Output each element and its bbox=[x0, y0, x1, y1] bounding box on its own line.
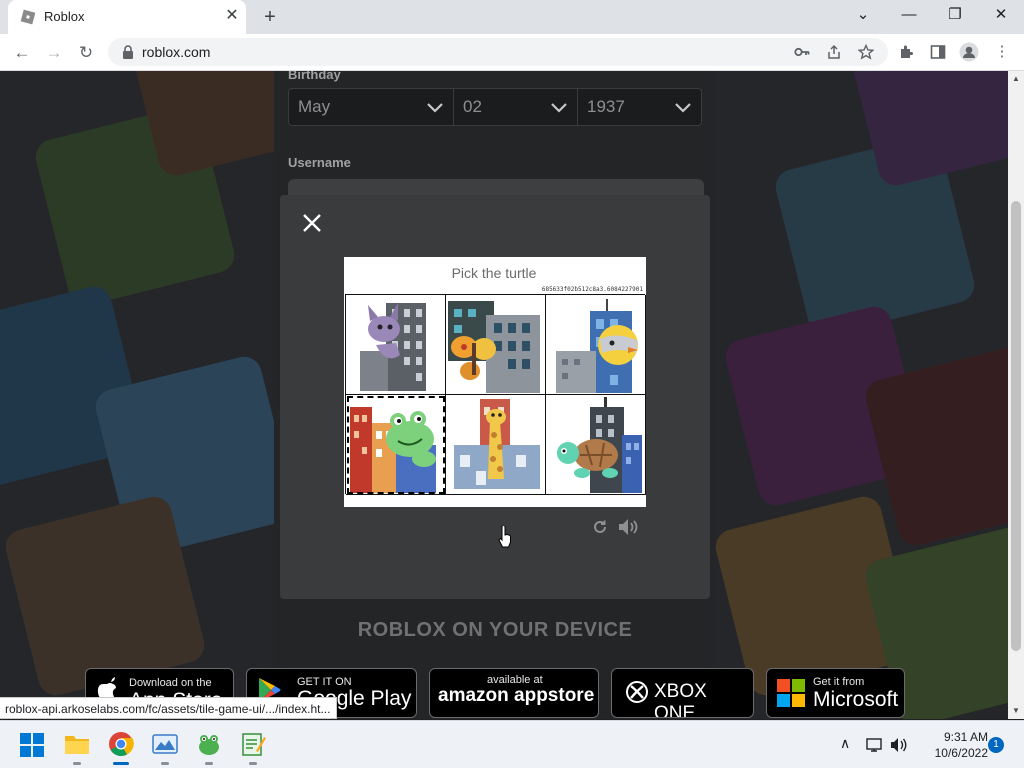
captcha-tile-chick[interactable] bbox=[546, 295, 646, 395]
birth-day-select[interactable]: 02 bbox=[453, 88, 578, 126]
clock-time: 9:31 AM bbox=[943, 730, 988, 744]
roblox-signup-page: Birthday May 02 1937 Username Pick the t… bbox=[0, 71, 1008, 719]
microsoft-store-name: Microsoft bbox=[813, 688, 899, 711]
notification-badge[interactable]: 1 bbox=[988, 737, 1004, 753]
chrome-icon[interactable] bbox=[108, 731, 134, 757]
tray-overflow-chevron-icon[interactable]: ∧ bbox=[840, 735, 850, 752]
file-explorer-icon[interactable] bbox=[64, 731, 90, 757]
birth-year-value: 1937 bbox=[587, 97, 625, 116]
giraffe-on-building-icon bbox=[454, 399, 540, 489]
birth-month-value: May bbox=[298, 97, 331, 116]
birth-year-select[interactable]: 1937 bbox=[577, 88, 702, 126]
captcha-challenge: Pick the turtle 685633f02b512c8a3.608422… bbox=[344, 257, 646, 548]
profile-avatar-icon[interactable] bbox=[959, 42, 979, 62]
microsoft-logo-icon bbox=[777, 679, 805, 707]
browser-tab[interactable]: Roblox ✕ bbox=[8, 0, 246, 34]
lock-icon bbox=[123, 45, 133, 59]
frog-app-icon[interactable] bbox=[196, 731, 222, 757]
microsoft-small-text: Get it from bbox=[813, 676, 865, 688]
amazon-appstore-name: amazon appstore bbox=[438, 685, 595, 706]
app-running-indicator bbox=[249, 762, 257, 765]
captcha-session-id: 685633f02b512c8a3.6084227901 bbox=[541, 286, 643, 293]
window-close-button[interactable]: ✕ bbox=[978, 0, 1024, 34]
chevron-down-icon bbox=[427, 103, 443, 113]
page-scrollbar[interactable]: ▲ ▼ bbox=[1008, 71, 1024, 719]
url-text: roblox.com bbox=[142, 44, 211, 60]
notepad-app-icon[interactable] bbox=[240, 731, 266, 757]
extensions-icon[interactable] bbox=[898, 44, 914, 60]
side-panel-icon[interactable] bbox=[930, 44, 946, 60]
birthday-label: Birthday bbox=[288, 71, 341, 82]
tab-close-icon[interactable]: ✕ bbox=[222, 6, 242, 26]
reload-challenge-icon[interactable] bbox=[592, 519, 608, 535]
forward-icon[interactable]: → bbox=[40, 39, 68, 67]
bat-on-building-icon bbox=[360, 303, 426, 391]
tab-search-button[interactable]: ⌄ bbox=[840, 0, 886, 34]
app-active-indicator bbox=[113, 762, 129, 765]
birth-day-value: 02 bbox=[463, 97, 482, 116]
captcha-tile-giraffe[interactable] bbox=[446, 395, 546, 495]
photos-app-icon[interactable] bbox=[152, 731, 178, 757]
xbox-logo-icon bbox=[626, 681, 648, 703]
frog-on-building-icon bbox=[350, 407, 436, 493]
microsoft-store-badge[interactable]: Get it from Microsoft bbox=[766, 668, 905, 718]
app-store-small-text: Download on the bbox=[129, 677, 212, 689]
username-label: Username bbox=[288, 155, 351, 170]
amazon-appstore-badge[interactable]: available at amazon appstore bbox=[429, 668, 599, 718]
browser-toolbar: ← → ↻ roblox.com ⋮ bbox=[0, 34, 1024, 71]
xbox-one-name: XBOX ONE bbox=[654, 681, 707, 718]
captcha-tile-frog[interactable] bbox=[346, 395, 446, 495]
password-key-icon[interactable] bbox=[794, 45, 810, 59]
device-section-heading: ROBLOX ON YOUR DEVICE bbox=[357, 619, 633, 641]
new-tab-button[interactable]: + bbox=[258, 5, 282, 29]
captcha-tile-turtle[interactable] bbox=[546, 395, 646, 495]
restore-button[interactable]: ❐ bbox=[932, 0, 978, 34]
captcha-prompt: Pick the turtle bbox=[451, 265, 537, 281]
chevron-down-icon bbox=[551, 103, 567, 113]
audio-challenge-icon[interactable] bbox=[618, 518, 640, 536]
roblox-favicon-icon bbox=[20, 9, 36, 25]
address-bar[interactable]: roblox.com bbox=[108, 38, 888, 66]
captcha-tile-butterfly[interactable] bbox=[446, 295, 546, 395]
system-clock[interactable]: 9:31 AM 10/6/2022 bbox=[916, 729, 988, 761]
share-icon[interactable] bbox=[826, 44, 842, 60]
tab-title: Roblox bbox=[44, 9, 85, 24]
turtle-on-building-icon bbox=[557, 397, 642, 493]
scroll-down-icon[interactable]: ▼ bbox=[1012, 707, 1020, 715]
back-icon[interactable]: ← bbox=[8, 39, 36, 67]
captcha-modal: Pick the turtle 685633f02b512c8a3.608422… bbox=[280, 195, 710, 599]
chick-on-building-icon bbox=[556, 299, 638, 393]
captcha-tile-bat[interactable] bbox=[346, 295, 446, 395]
windows-start-icon[interactable] bbox=[20, 733, 44, 757]
status-bar-url: roblox-api.arkoselabs.com/fc/assets/tile… bbox=[0, 697, 338, 719]
hand-cursor-icon bbox=[498, 526, 511, 548]
scrollbar-thumb[interactable] bbox=[1011, 201, 1021, 651]
captcha-tile-grid bbox=[345, 294, 646, 495]
clock-date: 10/6/2022 bbox=[934, 746, 988, 760]
browser-menu-icon[interactable]: ⋮ bbox=[989, 39, 1015, 65]
close-icon[interactable] bbox=[300, 211, 324, 235]
app-running-indicator bbox=[73, 762, 81, 765]
birth-month-select[interactable]: May bbox=[288, 88, 454, 126]
minimize-button[interactable]: — bbox=[886, 0, 932, 34]
app-running-indicator bbox=[205, 762, 213, 765]
chevron-down-icon bbox=[675, 103, 691, 113]
reload-icon[interactable]: ↻ bbox=[72, 39, 100, 67]
xbox-one-badge[interactable]: XBOX ONE bbox=[611, 668, 754, 718]
scroll-up-icon[interactable]: ▲ bbox=[1012, 75, 1020, 83]
volume-icon[interactable] bbox=[890, 737, 908, 753]
bookmark-star-icon[interactable] bbox=[858, 44, 874, 60]
network-icon[interactable] bbox=[866, 737, 884, 753]
browser-titlebar: Roblox ✕ + ⌄ — ❐ ✕ bbox=[0, 0, 1024, 34]
butterfly-on-building-icon bbox=[448, 301, 540, 393]
windows-taskbar: ∧ 9:31 AM 10/6/2022 1 bbox=[0, 720, 1024, 768]
app-running-indicator bbox=[161, 762, 169, 765]
